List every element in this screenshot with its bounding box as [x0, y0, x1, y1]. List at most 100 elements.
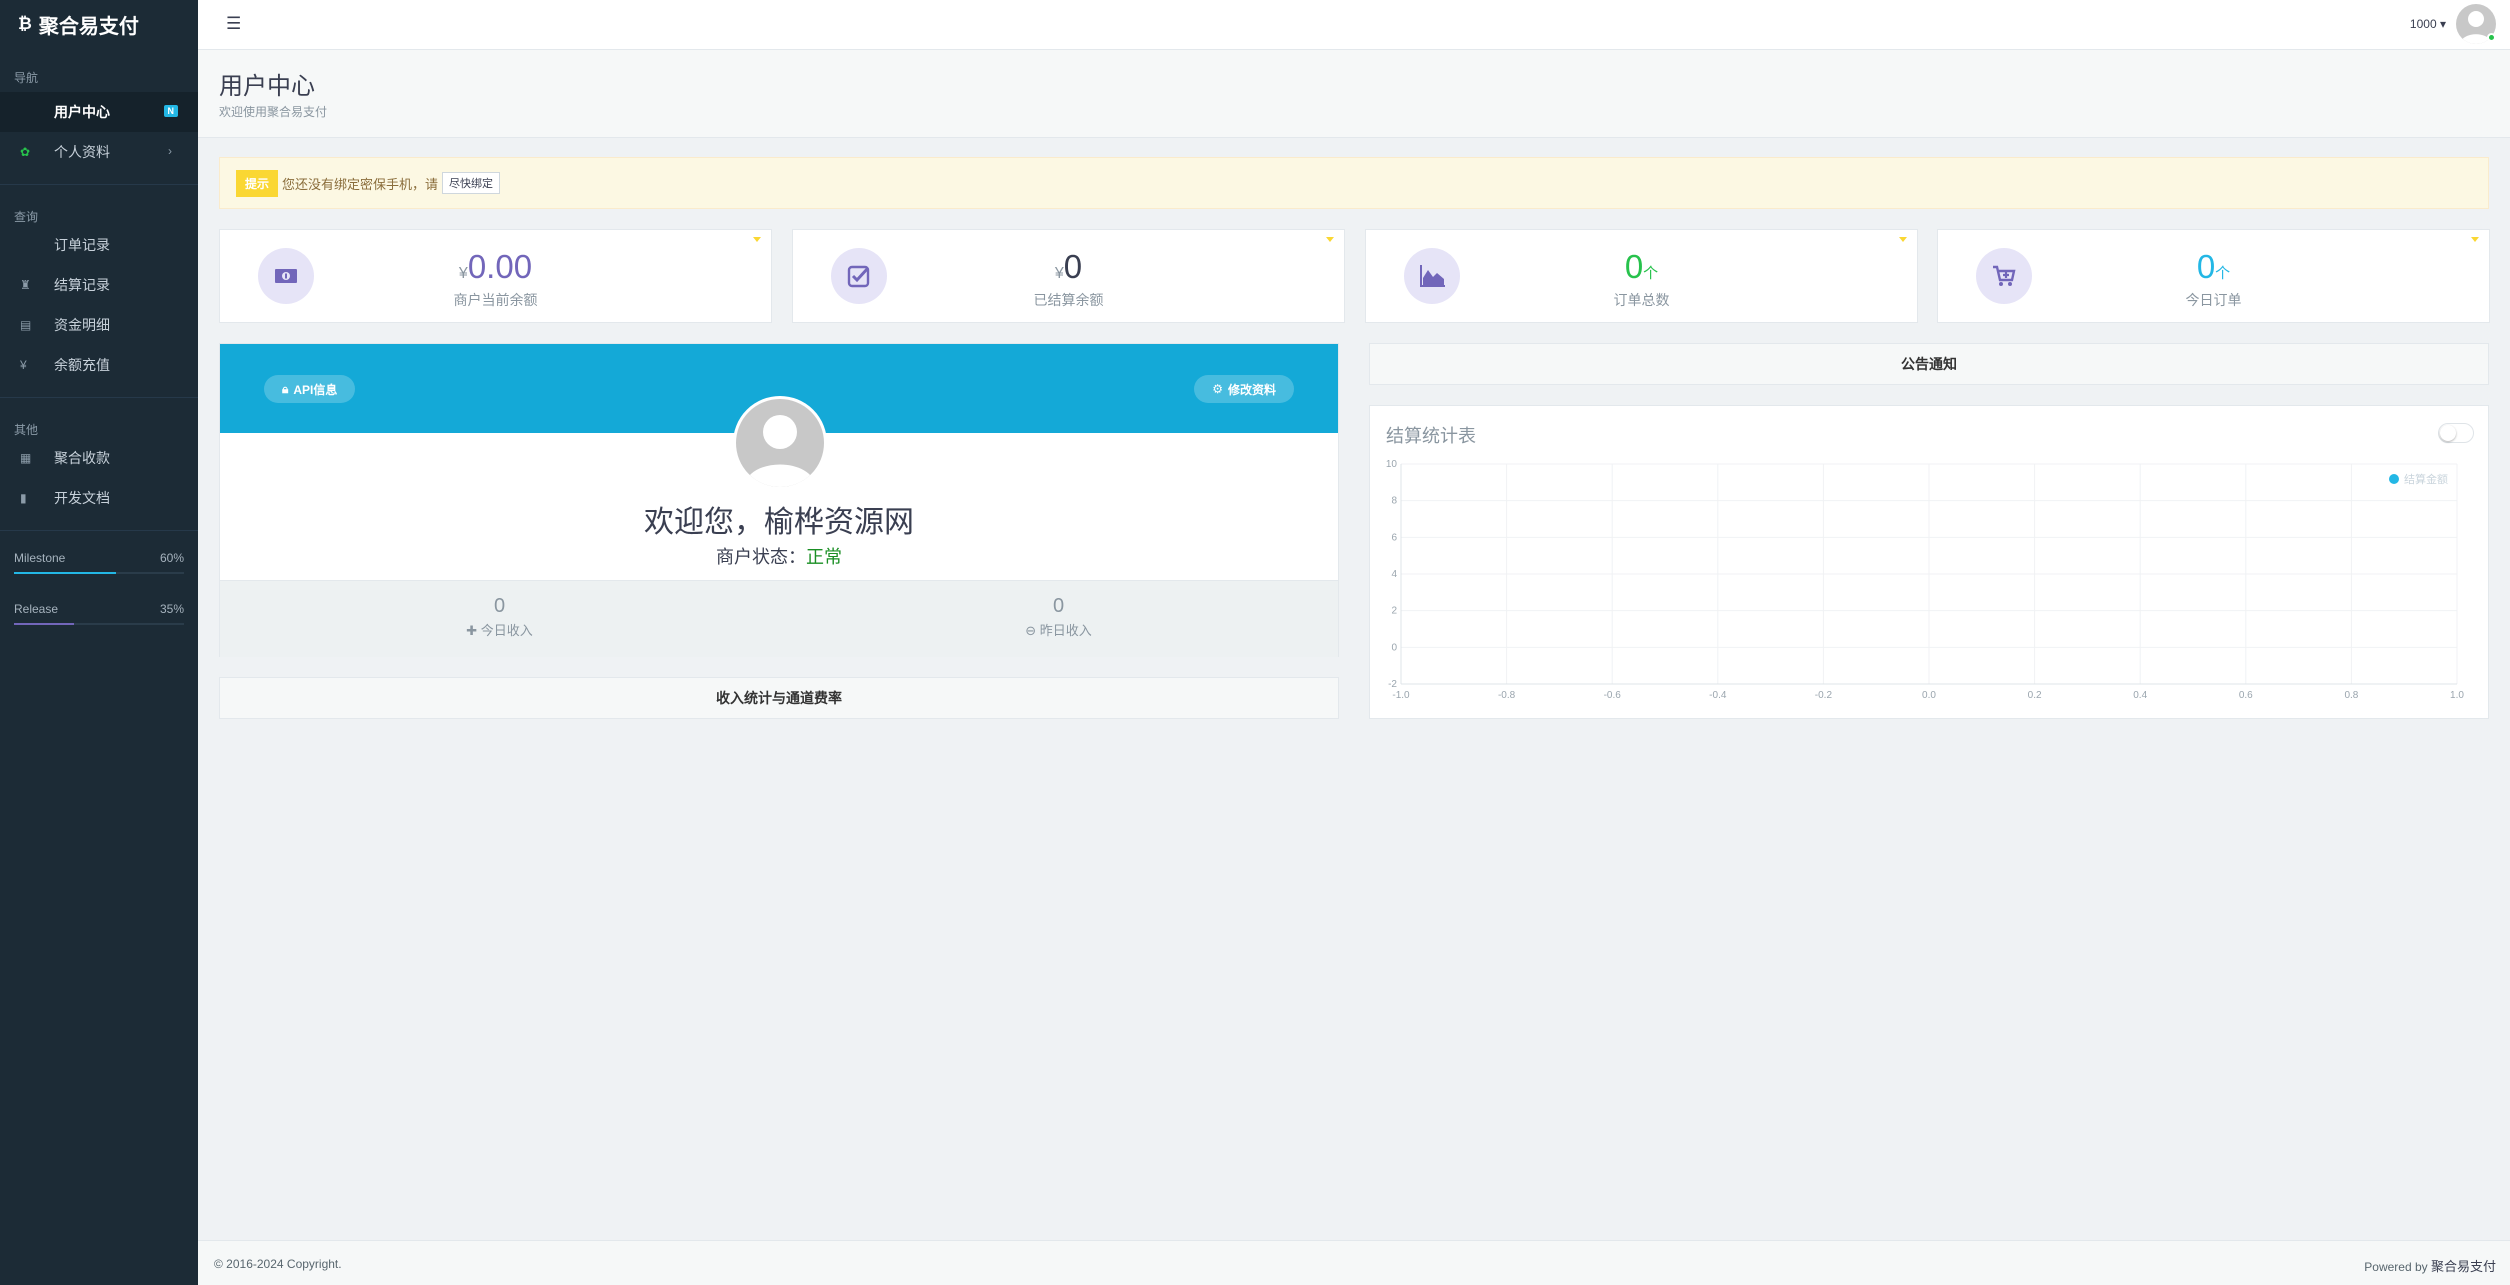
x-tick-label: 0.8	[2344, 690, 2358, 701]
bitcoin-icon: ₿	[18, 14, 32, 33]
x-tick-label: 0.2	[2028, 690, 2042, 701]
x-tick-label: -0.2	[1815, 690, 1833, 701]
stat-value: 0个	[1624, 248, 1659, 285]
dropdown-corner-icon[interactable]	[1326, 237, 1334, 242]
chevron-right-icon: ›	[168, 144, 172, 158]
y-tick-label: 8	[1391, 496, 1397, 507]
sidebar-item-settlements[interactable]: ♜ 结算记录	[0, 265, 198, 305]
sidebar-item-label: 余额充值	[54, 357, 110, 373]
fund-icon: ▤	[20, 318, 32, 332]
progress-fill	[14, 623, 74, 625]
new-badge: N	[163, 105, 178, 117]
user-icon: ✿	[20, 145, 31, 159]
y-tick-label: 6	[1391, 532, 1397, 543]
copyright-text: © 2016-2024 Copyright.	[214, 1257, 342, 1271]
progress-milestone: Milestone 60%	[0, 551, 198, 574]
online-status-dot	[2487, 33, 2496, 42]
menu-toggle-icon[interactable]: ☰	[226, 14, 241, 34]
welcome-text: 欢迎您，榆桦资源网	[644, 506, 914, 539]
user-dropdown[interactable]: 1000 ▾	[2410, 17, 2446, 31]
legend-swatch	[2389, 474, 2399, 484]
stat-label: 订单总数	[1613, 292, 1670, 308]
query-section-label: 查询	[14, 210, 39, 224]
sidebar-item-user-center[interactable]: 用户中心 N	[0, 92, 198, 132]
x-tick-label: -0.6	[1604, 690, 1622, 701]
income-stats-panel-header[interactable]: 收入统计与通道费率	[219, 677, 1339, 719]
x-tick-label: 0.6	[2239, 690, 2253, 701]
today-income: 0 ✚ 今日收入	[466, 595, 533, 638]
plus-icon: ✚	[466, 623, 478, 638]
phone-binding-alert: 提示 您还没有绑定密保手机，请 尽快绑定	[219, 157, 2489, 209]
top-header: ☰ 1000 ▾	[198, 0, 2510, 50]
sidebar-item-label: 订单记录	[54, 237, 110, 253]
minus-circle-icon: ⊖	[1025, 623, 1037, 638]
sidebar-item-label: 结算记录	[54, 277, 110, 293]
dropdown-corner-icon[interactable]	[2471, 237, 2479, 242]
sidebar-item-funds[interactable]: ▤ 资金明细	[0, 305, 198, 345]
yesterday-income: 0 ⊖ 昨日收入	[1025, 595, 1092, 638]
stat-label: 今日订单	[2185, 292, 2242, 308]
powered-by: Powered by 聚合易支付	[2364, 1259, 2496, 1274]
settle-icon: ♜	[20, 278, 31, 292]
user-id: 1000	[2409, 17, 2437, 31]
lock-icon: 🔒︎	[282, 381, 289, 396]
alert-text: 您还没有绑定密保手机，请	[282, 176, 439, 192]
caret-down-icon: ▾	[2439, 17, 2446, 31]
stat-value: ¥0.00	[458, 248, 533, 285]
progress-release: Release 35%	[0, 602, 198, 625]
sidebar-item-docs[interactable]: ▮ 开发文档	[0, 478, 198, 518]
alert-tag: 提示	[236, 169, 279, 197]
stat-value: 0个	[2196, 248, 2231, 285]
stat-card-total-orders: 0个 订单总数	[1365, 229, 1918, 323]
x-tick-label: 0.0	[1922, 690, 1936, 701]
progress-value: 60%	[159, 551, 184, 565]
stat-card-today-orders: 0个 今日订单	[1937, 229, 2490, 323]
sidebar-item-collect[interactable]: ▦ 聚合收款	[0, 438, 198, 478]
edit-profile-button[interactable]: ⚙ 修改资料	[1194, 375, 1294, 403]
y-tick-label: -2	[1388, 679, 1397, 690]
settlement-chart: -1.0 -0.8 -0.6 -0.4 -0.2 0.0 0.2 0.4 0.6 0.8 1.0 10…	[1386, 459, 2465, 701]
divider	[0, 530, 198, 531]
yen-icon: ¥	[20, 358, 27, 372]
progress-fill	[14, 572, 116, 574]
api-info-button[interactable]: 🔒︎ API信息	[264, 375, 356, 403]
stat-card-balance: ¥0.00 商户当前余额	[219, 229, 772, 323]
y-tick-label: 4	[1391, 569, 1397, 580]
sidebar-item-orders[interactable]: 订单记录	[0, 225, 198, 265]
dropdown-corner-icon[interactable]	[1899, 237, 1907, 242]
y-tick-label: 2	[1391, 606, 1397, 617]
x-tick-label: 0.4	[2133, 690, 2147, 701]
other-section-label: 其他	[14, 423, 39, 437]
gear-icon: ⚙	[1212, 382, 1223, 396]
sidebar-item-recharge[interactable]: ¥ 余额充值	[0, 345, 198, 385]
announcement-panel-header[interactable]: 公告通知	[1369, 343, 2489, 385]
dropdown-corner-icon[interactable]	[753, 237, 761, 242]
avatar	[733, 396, 827, 490]
y-tick-label: 10	[1386, 459, 1398, 470]
page-title: 用户中心	[219, 73, 315, 100]
brand-name: 聚合易支付	[38, 15, 139, 38]
sidebar-item-label: 用户中心	[54, 104, 110, 120]
brand[interactable]: ₿ 聚合易支付	[0, 0, 198, 48]
x-tick-label: -0.4	[1709, 690, 1727, 701]
nav-section-label: 导航	[14, 71, 39, 85]
profile-panel: 🔒︎ API信息 ⚙ 修改资料 欢迎您，榆桦资源网 商户状态：正常 0 ✚ 今日…	[219, 343, 1339, 657]
footer: © 2016-2024 Copyright. Powered by 聚合易支付	[198, 1240, 2510, 1285]
bind-phone-button[interactable]: 尽快绑定	[442, 172, 501, 194]
qrcode-icon: ▦	[20, 451, 32, 465]
income-summary: 0 ✚ 今日收入 0 ⊖ 昨日收入	[220, 580, 1338, 657]
sidebar: ₿ 聚合易支付 导航 用户中心 N ✿ 个人资料 › 查询 订单记录 ♜ 结算记…	[0, 0, 198, 1285]
sidebar-item-label: 资金明细	[54, 317, 110, 333]
x-tick-label: -1.0	[1392, 690, 1410, 701]
legend-label[interactable]: 结算金额	[2404, 472, 2448, 486]
progress-value: 35%	[159, 602, 184, 616]
sidebar-item-profile[interactable]: ✿ 个人资料 ›	[0, 132, 198, 172]
stat-card-settled: ¥0 已结算余额	[792, 229, 1345, 323]
book-icon: ▮	[20, 491, 27, 505]
status-badge: 正常	[806, 547, 842, 567]
y-tick-label: 0	[1391, 642, 1397, 653]
page-subtitle: 欢迎使用聚合易支付	[219, 105, 328, 119]
divider	[0, 184, 198, 185]
x-tick-label: 1.0	[2450, 690, 2464, 701]
sidebar-item-label: 开发文档	[54, 490, 110, 506]
